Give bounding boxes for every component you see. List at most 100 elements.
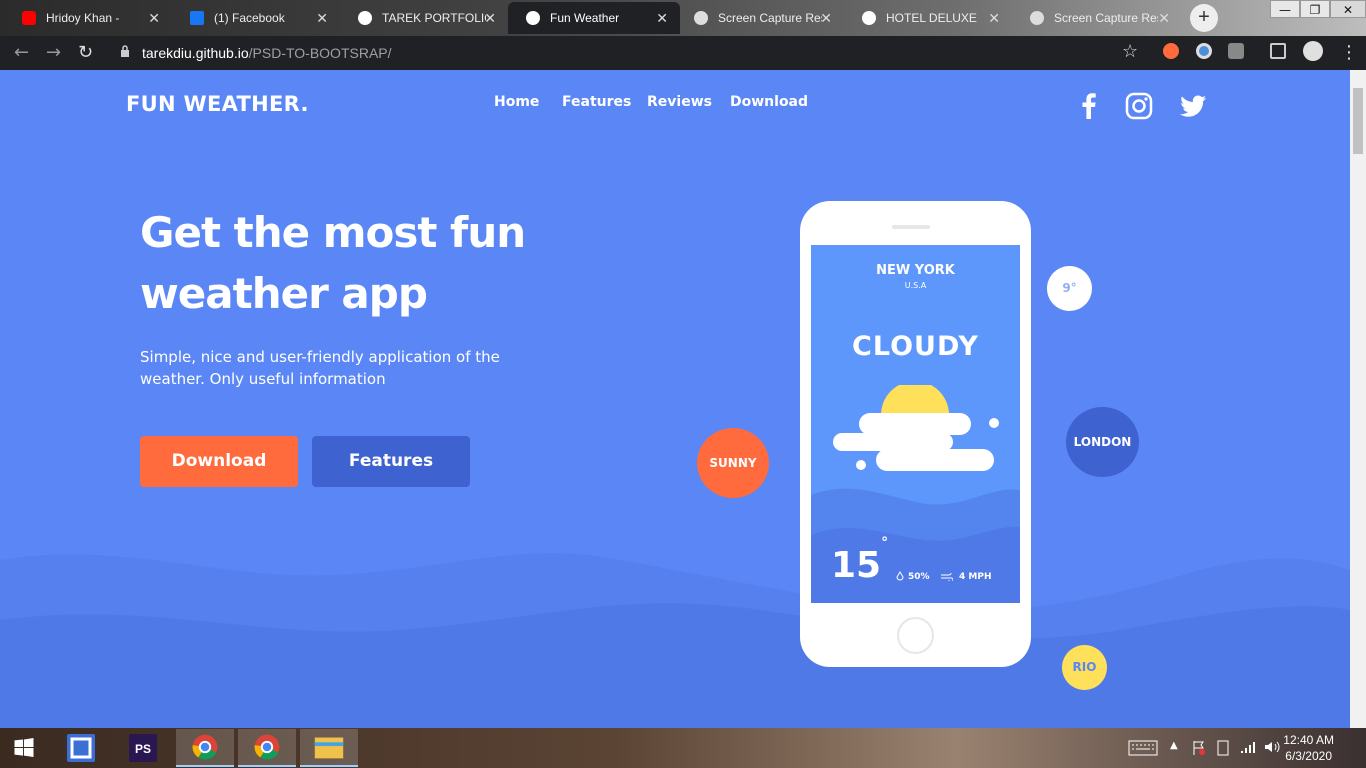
chrome-app-icon[interactable]: [238, 729, 296, 767]
tab-6[interactable]: Screen Capture Res ✕: [1012, 2, 1182, 34]
scrollbar-thumb[interactable]: [1353, 88, 1363, 154]
system-clock[interactable]: 12:40 AM 6/3/2020: [1283, 732, 1334, 764]
tab-4[interactable]: Screen Capture Res ✕: [676, 2, 844, 34]
forward-icon[interactable]: →: [46, 42, 61, 63]
wind-value: 4 MPH: [959, 572, 992, 582]
tab-title: Screen Capture Res: [718, 11, 822, 25]
url-host: tarekdiu.github.io: [142, 45, 249, 61]
nav-reviews[interactable]: Reviews: [647, 94, 712, 110]
back-icon[interactable]: ←: [14, 42, 29, 63]
camera-extension-icon[interactable]: [1228, 43, 1244, 59]
profile-avatar[interactable]: [1303, 41, 1323, 61]
tab-0[interactable]: Hridoy Khan - ✕: [4, 2, 172, 34]
features-button[interactable]: Features: [312, 436, 470, 487]
windows-start-icon[interactable]: [0, 729, 48, 767]
facebook-icon: [190, 11, 204, 25]
country-name: U.S.A: [904, 281, 927, 290]
browser-toolbar: ← → ↻ tarekdiu.github.io/PSD-TO-BOOTSRAP…: [0, 36, 1366, 70]
media-control-icon[interactable]: [1270, 43, 1286, 59]
tab-title: Fun Weather: [550, 11, 620, 25]
tab-2[interactable]: TAREK PORTFOLIO ✕: [340, 2, 508, 34]
windows-taskbar: PS ▲ 12:40 AM 6/3/2020: [0, 728, 1366, 768]
hero-headline: Get the most fun weather app: [140, 208, 526, 318]
background-waves: [0, 553, 1350, 728]
instagram-icon[interactable]: [1125, 92, 1153, 120]
weather-condition: CLOUDY: [852, 331, 979, 362]
london-bubble: LONDON: [1066, 407, 1139, 477]
bookmark-star-icon[interactable]: ☆: [1122, 41, 1138, 62]
tab-title: (1) Facebook: [214, 11, 285, 25]
close-window-button[interactable]: ✕: [1330, 0, 1366, 18]
download-button[interactable]: Download: [140, 436, 298, 487]
tab-title: Screen Capture Res: [1054, 11, 1158, 25]
address-bar[interactable]: tarekdiu.github.io/PSD-TO-BOOTSRAP/: [108, 40, 1158, 66]
humidity-value: 50%: [908, 572, 930, 582]
humidity-icon: [896, 571, 904, 581]
close-tab-icon[interactable]: ✕: [656, 10, 668, 27]
device-icon[interactable]: [1216, 740, 1230, 756]
url-path: /PSD-TO-BOOTSRAP/: [248, 45, 392, 61]
close-tab-icon[interactable]: ✕: [484, 10, 496, 27]
chrome-menu-icon[interactable]: ⋮: [1340, 42, 1358, 63]
clock-time: 12:40 AM: [1283, 733, 1334, 747]
globe-icon: [358, 11, 372, 25]
file-explorer-icon[interactable]: [300, 729, 358, 767]
maximize-button[interactable]: ❐: [1300, 0, 1330, 18]
url-text: tarekdiu.github.io/PSD-TO-BOOTSRAP/: [142, 45, 392, 61]
tab-title: HOTEL DELUXE: [886, 11, 977, 25]
tab-title: Hridoy Khan -: [46, 11, 120, 25]
volume-icon[interactable]: [1264, 740, 1280, 754]
globe-icon: [526, 11, 540, 25]
wind-icon: [941, 573, 953, 581]
tab-5[interactable]: HOTEL DELUXE ✕: [844, 2, 1012, 34]
lock-icon: [121, 45, 129, 57]
tab-strip: Hridoy Khan - ✕ (1) Facebook ✕ TAREK POR…: [0, 0, 1366, 36]
city-name: NEW YORK: [876, 263, 955, 278]
web-page: FUN WEATHER. Home Features Reviews Downl…: [0, 70, 1350, 728]
close-tab-icon[interactable]: ✕: [988, 10, 1000, 27]
extension-icon[interactable]: [1163, 43, 1179, 59]
extension-icon[interactable]: [1196, 43, 1212, 59]
hero-subtitle: Simple, nice and user-friendly applicati…: [140, 348, 500, 388]
close-tab-icon[interactable]: ✕: [316, 10, 328, 27]
tab-title: TAREK PORTFOLIO: [382, 11, 486, 25]
close-tab-icon[interactable]: ✕: [820, 10, 832, 27]
temperature-number: 15: [831, 545, 882, 586]
close-tab-icon[interactable]: ✕: [1158, 10, 1170, 27]
tab-1[interactable]: (1) Facebook ✕: [172, 2, 340, 34]
photoshop-app-icon[interactable]: PS: [114, 729, 172, 767]
nav-features[interactable]: Features: [562, 94, 631, 110]
youtube-icon: [22, 11, 36, 25]
site-logo[interactable]: FUN WEATHER.: [126, 92, 309, 116]
flag-icon[interactable]: [1192, 740, 1206, 756]
network-signal-icon[interactable]: [1240, 740, 1256, 754]
keyboard-icon[interactable]: [1128, 740, 1158, 756]
temp-bubble: 9°: [1047, 266, 1092, 311]
twitter-icon[interactable]: [1179, 92, 1207, 120]
page-scrollbar[interactable]: [1350, 70, 1366, 728]
tray-chevron-icon[interactable]: ▲: [1170, 740, 1178, 751]
new-tab-button[interactable]: +: [1190, 4, 1218, 32]
reload-icon[interactable]: ↻: [78, 42, 93, 63]
capture-icon: [694, 11, 708, 25]
degree-symbol: °: [881, 535, 889, 551]
close-tab-icon[interactable]: ✕: [148, 10, 160, 27]
chrome-app-icon[interactable]: [176, 729, 234, 767]
nav-home[interactable]: Home: [494, 94, 539, 110]
clock-date: 6/3/2020: [1285, 749, 1332, 763]
phone-screen: NEW YORK U.S.A CLOUDY 15° 50% 4 MPH: [811, 245, 1020, 603]
nav-download[interactable]: Download: [730, 94, 808, 110]
svg-text:PS: PS: [135, 742, 151, 756]
sunny-bubble: SUNNY: [697, 428, 769, 498]
phone-home-button: [897, 617, 934, 654]
phone-speaker: [892, 225, 930, 229]
rio-bubble: RIO: [1062, 645, 1107, 690]
minimize-button[interactable]: —: [1270, 0, 1300, 18]
tab-3[interactable]: Fun Weather ✕: [508, 2, 680, 34]
globe-icon: [862, 11, 876, 25]
temperature-value: 15°: [831, 535, 888, 586]
phone-mockup: NEW YORK U.S.A CLOUDY 15° 50% 4 MPH: [800, 201, 1031, 667]
capture-icon: [1030, 11, 1044, 25]
brackets-app-icon[interactable]: [52, 729, 110, 767]
facebook-icon[interactable]: [1075, 92, 1103, 120]
